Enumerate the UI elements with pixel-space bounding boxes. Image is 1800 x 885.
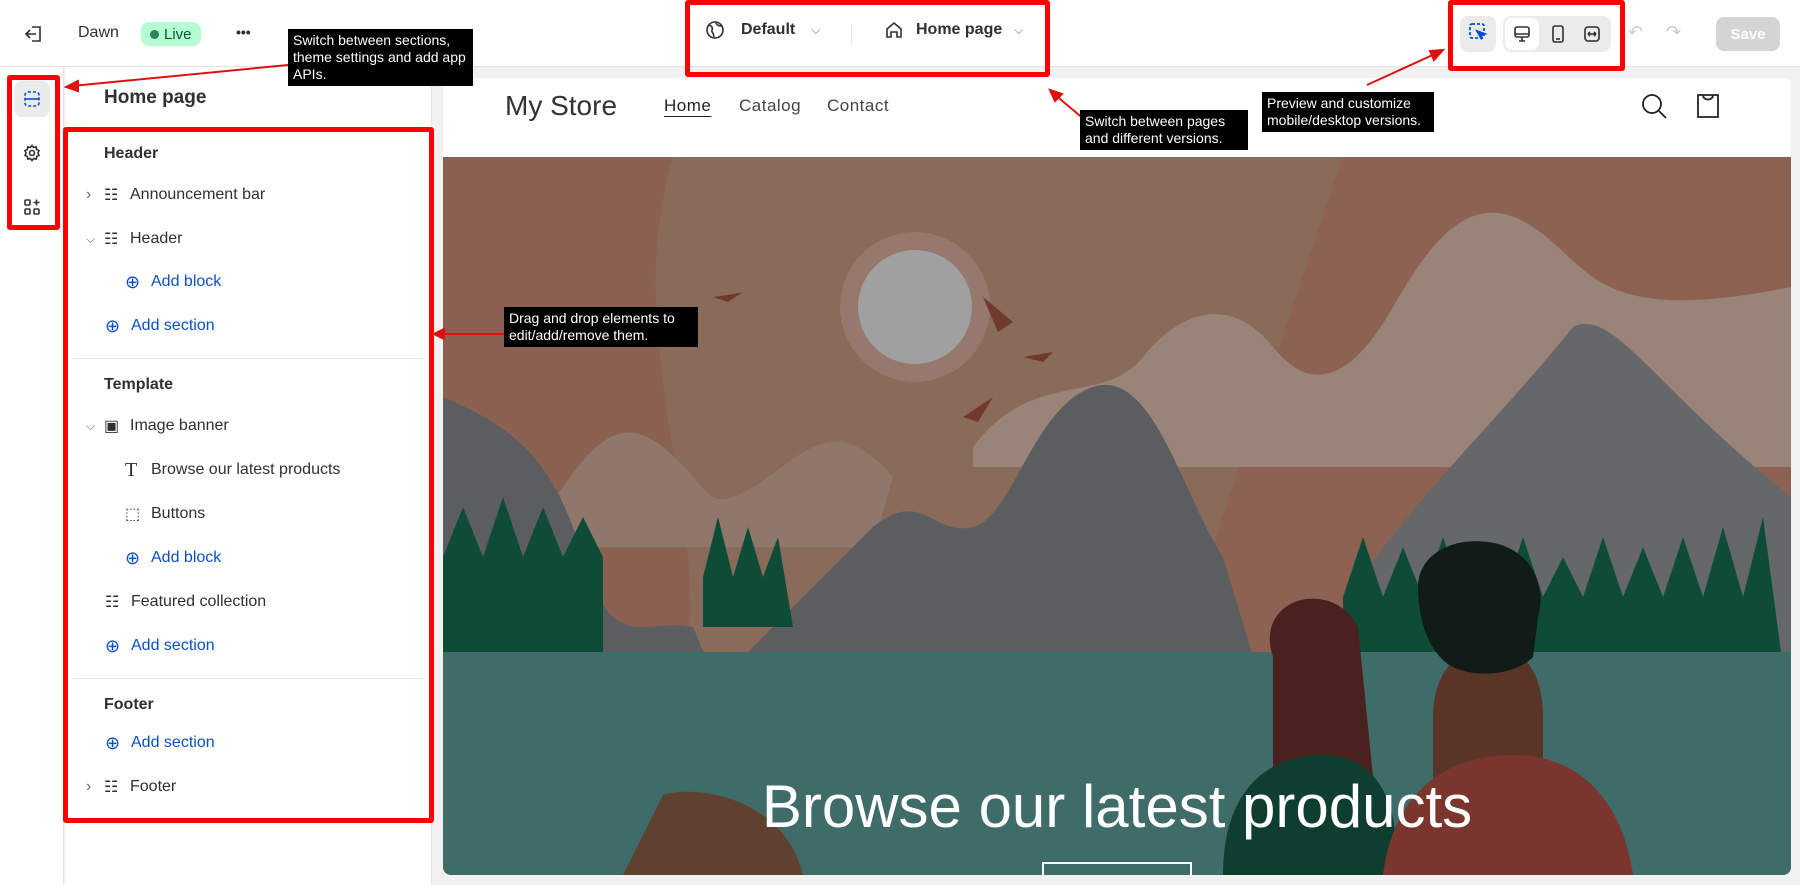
- annotation-rail: Switch between sections, theme settings …: [288, 29, 473, 86]
- annotation-pages: Switch between pages and different versi…: [1080, 110, 1248, 150]
- annotation-preview: Preview and customize mobile/desktop ver…: [1262, 92, 1434, 132]
- annotation-arrows: [63, 48, 1446, 341]
- annotation-drag: Drag and drop elements to edit/add/remov…: [504, 307, 698, 347]
